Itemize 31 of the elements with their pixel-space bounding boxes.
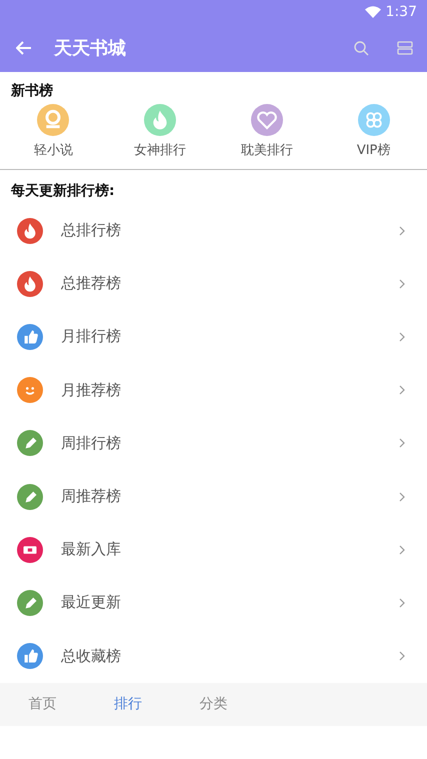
- chevron-icon: [399, 278, 405, 289]
- ranking-item[interactable]: 月排行榜: [0, 310, 427, 364]
- category-link[interactable]: VIP榜: [356, 141, 390, 159]
- back-arrow-icon[interactable]: [16, 41, 32, 55]
- ranking-item[interactable]: 最近更新: [0, 576, 427, 630]
- nav-tab[interactable]: 排行: [114, 695, 142, 714]
- chevron-icon: [399, 438, 405, 448]
- search-icon[interactable]: [353, 40, 369, 56]
- section-heading: 新书榜: [10, 82, 54, 101]
- ranking-item[interactable]: 总收藏榜: [0, 630, 427, 683]
- section-heading: 每天更新排行榜:: [10, 182, 116, 201]
- chevron-icon: [399, 544, 405, 555]
- ranking-item[interactable]: 周推荐榜: [0, 470, 427, 524]
- list-icon[interactable]: [397, 41, 413, 55]
- ranking-item[interactable]: 总排行榜: [0, 204, 427, 258]
- page-title: 天天书城: [54, 37, 127, 60]
- chevron-icon: [399, 492, 405, 502]
- category-link[interactable]: 耽美排行: [240, 141, 293, 159]
- wifi-icon: [364, 6, 381, 18]
- ranking-item[interactable]: 总推荐榜: [0, 257, 427, 310]
- ranking-item[interactable]: 最新入库: [0, 523, 427, 576]
- status-time: 1:37: [386, 4, 417, 20]
- chevron-icon: [399, 226, 405, 236]
- chevron-icon: [399, 385, 405, 396]
- ranking-item[interactable]: 月推荐榜: [0, 364, 427, 417]
- category-link[interactable]: 女神排行: [134, 141, 186, 159]
- chevron-icon: [399, 332, 405, 342]
- chevron-icon: [399, 598, 405, 608]
- chevron-icon: [399, 651, 405, 662]
- ranking-item[interactable]: 周排行榜: [0, 416, 427, 470]
- category-link[interactable]: 轻小说: [34, 141, 73, 159]
